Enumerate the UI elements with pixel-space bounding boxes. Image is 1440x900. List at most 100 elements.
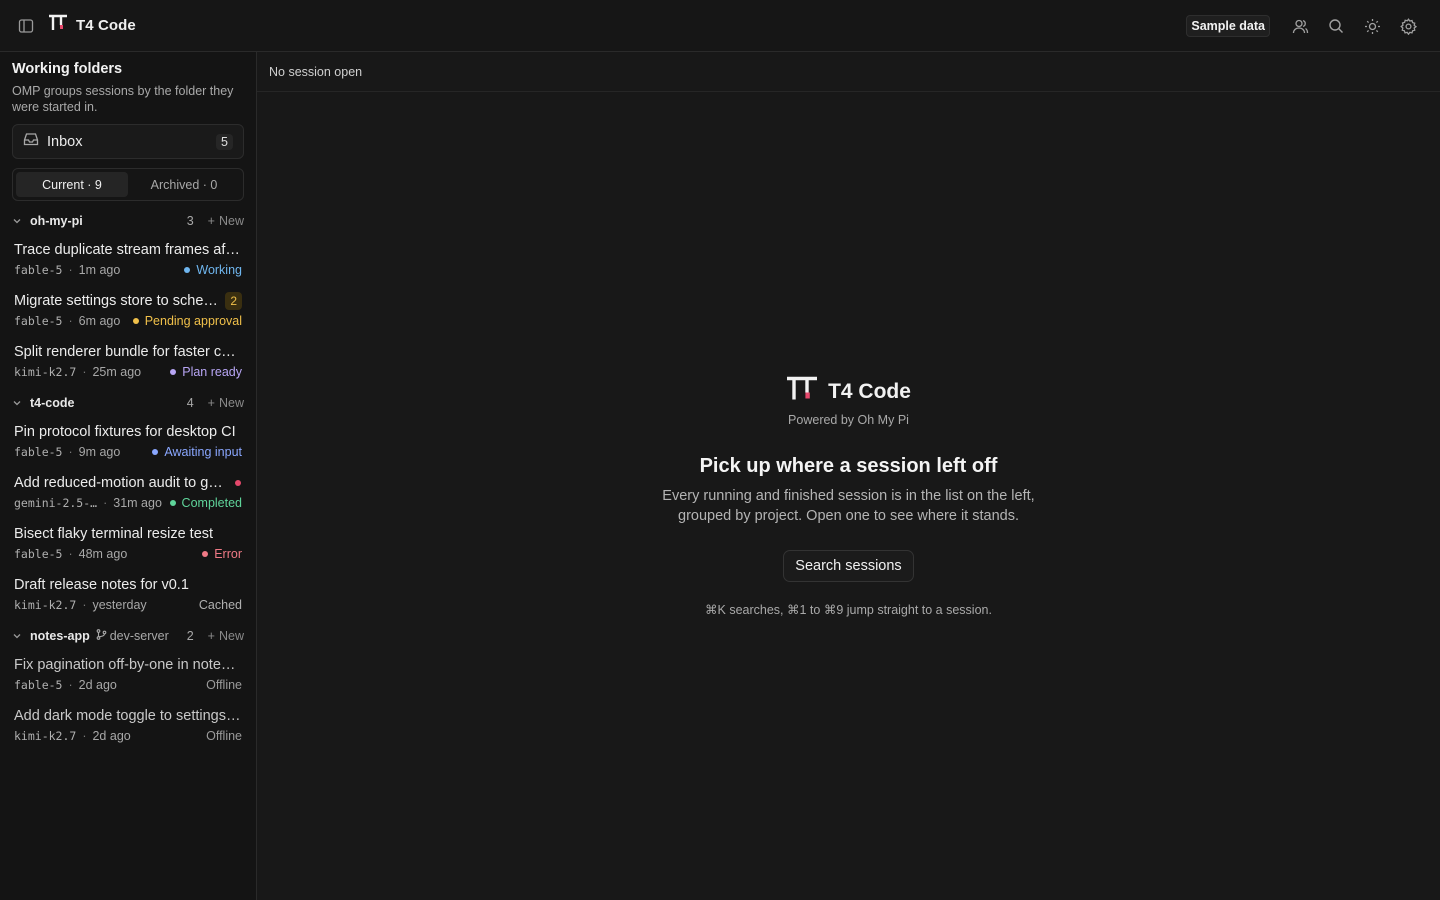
- session-time: 2d ago: [78, 678, 117, 692]
- app-brand: T4 Code: [48, 14, 136, 37]
- status-dot-icon: [169, 500, 176, 506]
- status-dot-icon: [202, 551, 209, 557]
- group-name: notes-app: [30, 629, 90, 643]
- session-item[interactable]: Split renderer bundle for faster co… kim…: [14, 342, 242, 386]
- new-session-label: New: [218, 396, 244, 410]
- unread-dot-icon: [235, 480, 241, 486]
- session-title: Fix pagination off-by-one in note…: [14, 657, 236, 673]
- inbox-button[interactable]: Inbox 5: [12, 124, 244, 159]
- git-branch-icon: [96, 629, 107, 643]
- session-item[interactable]: Migrate settings store to sche… 2 fable-5…: [14, 291, 242, 335]
- session-item[interactable]: Bisect flaky terminal resize test fable-…: [14, 524, 242, 568]
- session-time: 1m ago: [78, 263, 121, 277]
- status-badge: Working: [184, 263, 242, 277]
- group-header-notes-app[interactable]: notes-app dev-server 2 + New: [12, 626, 244, 646]
- sidebar-toggle-icon[interactable]: [16, 16, 36, 36]
- top-bar: T4 Code Sample data: [0, 0, 1440, 52]
- status-badge: Plan ready: [170, 365, 242, 379]
- group-count: 4: [186, 396, 194, 410]
- status-label: Awaiting input: [164, 445, 242, 459]
- search-icon[interactable]: [1318, 12, 1354, 40]
- status-label: Completed: [181, 496, 242, 510]
- group-name: t4-code: [30, 396, 75, 410]
- status-label: Plan ready: [182, 365, 242, 379]
- status-badge: Awaiting input: [152, 445, 242, 459]
- group-header-t4-code[interactable]: t4-code 4 + New: [12, 393, 244, 413]
- branch-name: dev-server: [109, 629, 169, 643]
- session-item[interactable]: Draft release notes for v0.1 kimi-k2.7 · …: [14, 575, 242, 619]
- group-header-oh-my-pi[interactable]: oh-my-pi 3 + New: [12, 211, 244, 231]
- empty-description: Every running and finished session is in…: [662, 488, 1035, 524]
- inbox-icon: [23, 131, 39, 152]
- session-item[interactable]: Trace duplicate stream frames aft… fable…: [14, 240, 242, 284]
- status-badge: Cached: [199, 598, 242, 612]
- session-model: gemini-2.5-…: [14, 496, 98, 510]
- tab-current[interactable]: Current · 9: [16, 172, 128, 197]
- pending-count-badge: 2: [225, 292, 242, 310]
- search-sessions-button[interactable]: Search sessions: [783, 550, 914, 582]
- status-badge: Error: [202, 547, 242, 561]
- new-session-button[interactable]: + New: [208, 214, 244, 228]
- status-label: Offline: [206, 678, 242, 692]
- session-model: kimi-k2.7: [14, 598, 77, 612]
- session-item[interactable]: Add dark mode toggle to settings… kimi-k…: [14, 706, 242, 750]
- status-label: Working: [196, 263, 242, 277]
- keyboard-hint: ⌘K searches, ⌘1 to ⌘9 jump straight to a…: [705, 603, 992, 617]
- empty-brand: T4 Code: [257, 376, 1440, 407]
- status-label: Error: [214, 547, 242, 561]
- app-title: T4 Code: [76, 17, 136, 34]
- session-title: Draft release notes for v0.1: [14, 577, 189, 593]
- status-label: Pending approval: [144, 314, 242, 328]
- inbox-count-badge: 5: [216, 133, 233, 150]
- session-model: fable-5: [14, 314, 63, 328]
- session-title: Migrate settings store to sche…: [14, 293, 218, 309]
- plus-icon: +: [207, 629, 215, 643]
- session-model: fable-5: [14, 678, 63, 692]
- session-model: kimi-k2.7: [14, 729, 77, 743]
- chevron-down-icon[interactable]: [12, 631, 26, 641]
- status-badge: Pending approval: [132, 314, 242, 328]
- gear-icon[interactable]: [1390, 12, 1426, 40]
- group-count: 2: [186, 629, 194, 643]
- new-session-button[interactable]: + New: [208, 396, 244, 410]
- new-session-button[interactable]: + New: [208, 629, 244, 643]
- status-badge: Offline: [206, 729, 242, 743]
- powered-by-text: Powered by Oh My Pi: [788, 413, 909, 427]
- new-session-label: New: [218, 214, 244, 228]
- sample-data-button[interactable]: Sample data: [1186, 15, 1270, 37]
- tab-archived[interactable]: Archived · 0: [128, 172, 240, 197]
- session-title: Add dark mode toggle to settings…: [14, 708, 241, 724]
- status-badge: Completed: [169, 496, 242, 510]
- plus-icon: +: [207, 214, 215, 228]
- session-item[interactable]: Fix pagination off-by-one in note… fable…: [14, 655, 242, 699]
- sun-icon[interactable]: [1354, 12, 1390, 40]
- session-header: No session open: [257, 52, 1440, 92]
- session-title: Add reduced-motion audit to g…: [14, 475, 223, 491]
- chevron-down-icon[interactable]: [12, 216, 26, 226]
- session-title: Trace duplicate stream frames aft…: [14, 242, 242, 258]
- session-model: fable-5: [14, 263, 63, 277]
- new-session-label: New: [218, 629, 244, 643]
- chevron-down-icon[interactable]: [12, 398, 26, 408]
- session-title: Split renderer bundle for faster co…: [14, 344, 242, 360]
- sidebar-title: Working folders: [12, 61, 123, 77]
- status-badge: Offline: [206, 678, 242, 692]
- session-title: Bisect flaky terminal resize test: [14, 526, 214, 542]
- session-item[interactable]: Pin protocol fixtures for desktop CI fab…: [14, 422, 242, 466]
- group-name: oh-my-pi: [30, 214, 83, 228]
- session-time: 6m ago: [78, 314, 121, 328]
- session-time: 25m ago: [92, 365, 142, 379]
- empty-state: T4 Code Powered by Oh My Pi Pick up wher…: [257, 376, 1440, 617]
- session-time: 9m ago: [78, 445, 121, 459]
- top-bar-actions: Sample data: [1186, 12, 1426, 40]
- session-item[interactable]: Add reduced-motion audit to g… gemini-2.…: [14, 473, 242, 517]
- sidebar-description: OMP groups sessions by the folder they w…: [12, 84, 234, 114]
- session-time: 48m ago: [78, 547, 128, 561]
- session-time: yesterday: [92, 598, 147, 612]
- t4-logo-icon: [786, 376, 818, 407]
- group-branch: dev-server: [96, 629, 169, 643]
- session-model: fable-5: [14, 445, 63, 459]
- inbox-label: Inbox: [47, 133, 83, 150]
- plus-icon: +: [207, 396, 215, 410]
- users-icon[interactable]: [1282, 12, 1318, 40]
